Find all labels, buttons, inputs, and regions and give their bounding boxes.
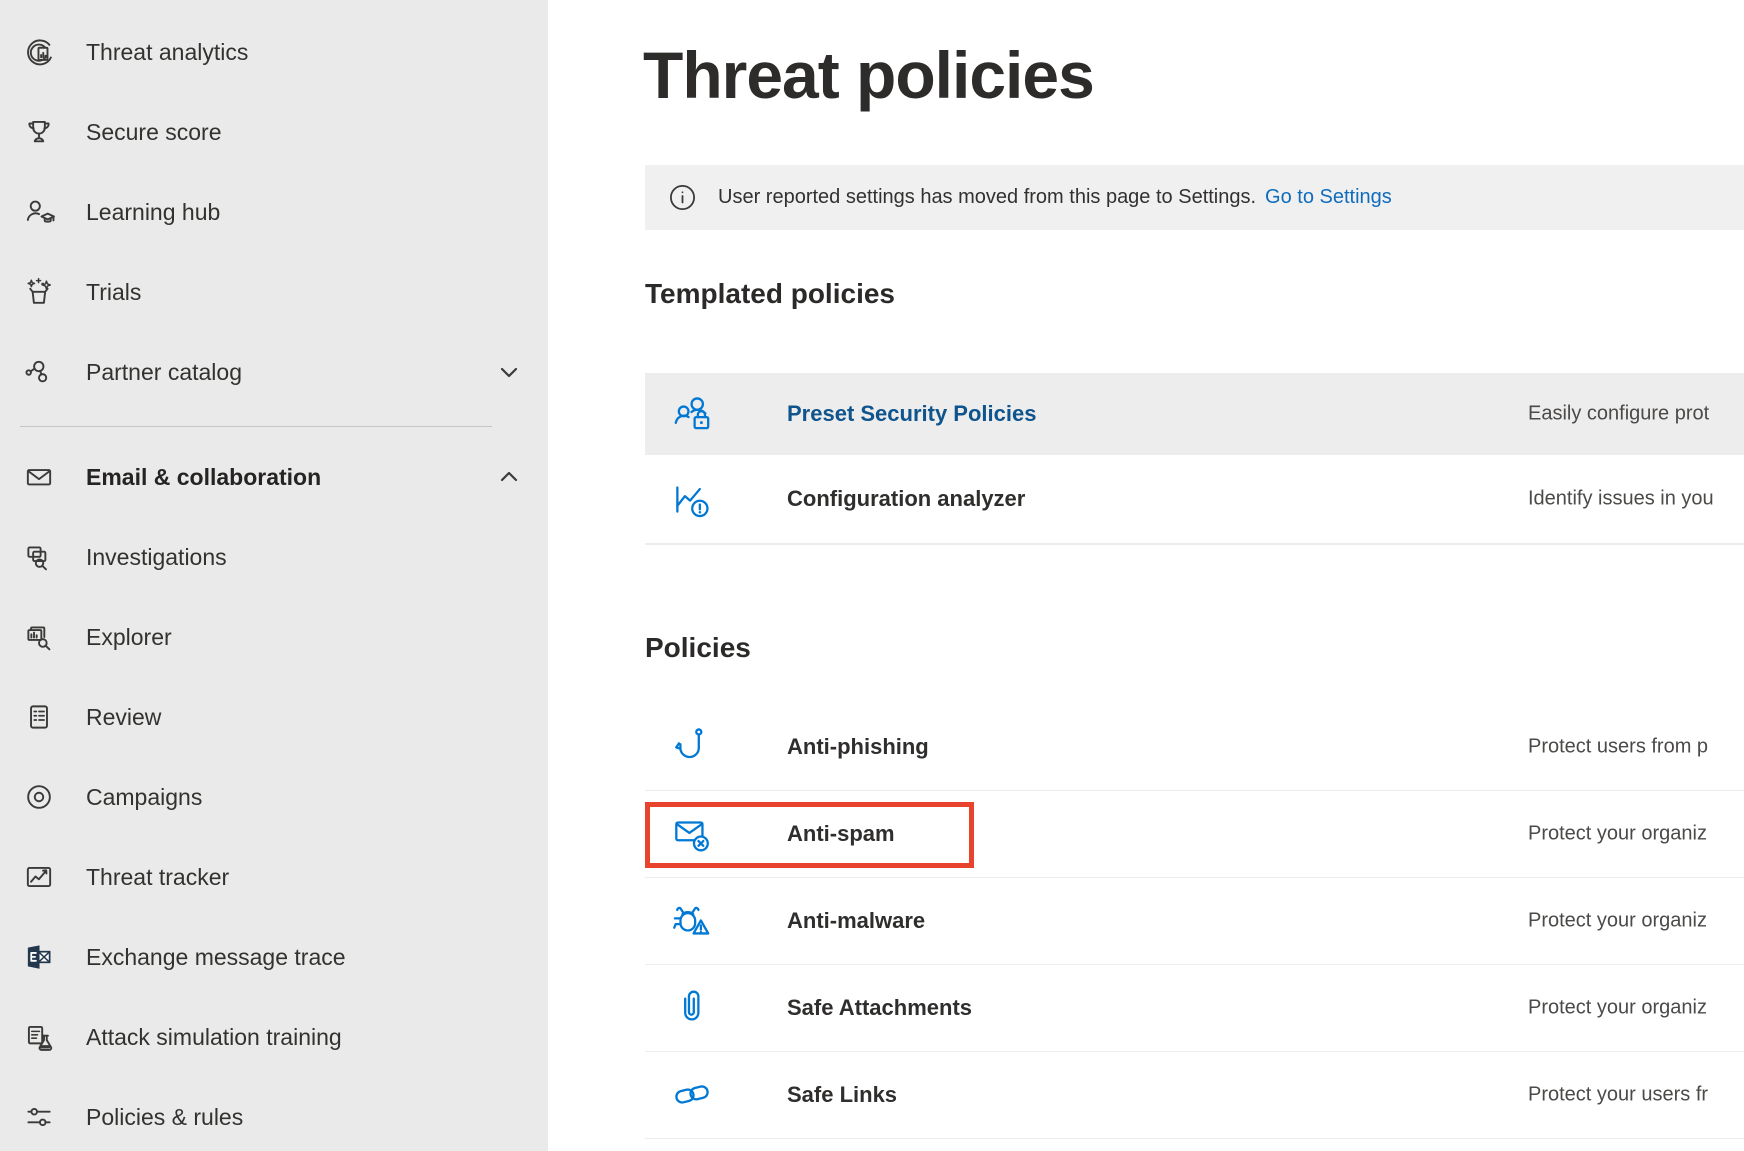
sidebar-item-label: Policies & rules bbox=[86, 1104, 243, 1131]
sidebar-item-partner-catalog[interactable]: Partner catalog bbox=[0, 332, 548, 412]
sidebar-item-exchange-message-trace[interactable]: Exchange message trace bbox=[0, 917, 548, 997]
mail-icon bbox=[22, 460, 56, 494]
templated-policies-heading: Templated policies bbox=[645, 278, 895, 310]
sidebar-item-label: Email & collaboration bbox=[86, 464, 321, 491]
sidebar-item-learning-hub[interactable]: Learning hub bbox=[0, 172, 548, 252]
sidebar-item-label: Exchange message trace bbox=[86, 944, 346, 971]
go-to-settings-link[interactable]: Go to Settings bbox=[1265, 186, 1392, 209]
sidebar-item-label: Review bbox=[86, 704, 161, 731]
sidebar-item-investigations[interactable]: Investigations bbox=[0, 517, 548, 597]
row-description: Easily configure prot bbox=[1528, 403, 1709, 426]
threat-analytics-icon bbox=[22, 35, 56, 69]
trials-icon bbox=[22, 275, 56, 309]
preset-security-icon bbox=[669, 391, 715, 437]
paperclip-icon bbox=[669, 985, 715, 1031]
attack-simulation-icon bbox=[22, 1020, 56, 1054]
configuration-analyzer-icon bbox=[669, 476, 715, 522]
sidebar-item-secure-score[interactable]: Secure score bbox=[0, 92, 548, 172]
investigations-icon bbox=[22, 540, 56, 574]
row-safe-attachments[interactable]: Safe Attachments Protect your organiz bbox=[645, 965, 1744, 1052]
sidebar-item-policies-rules[interactable]: Policies & rules bbox=[0, 1077, 548, 1151]
sidebar-item-threat-analytics[interactable]: Threat analytics bbox=[0, 12, 548, 92]
sidebar-item-label: Campaigns bbox=[86, 784, 202, 811]
row-label[interactable]: Safe Links bbox=[787, 1082, 897, 1108]
row-anti-phishing[interactable]: Anti-phishing Protect users from p bbox=[645, 704, 1744, 791]
row-description: Protect your users fr bbox=[1528, 1084, 1708, 1107]
row-configuration-analyzer[interactable]: Configuration analyzer Identify issues i… bbox=[645, 455, 1744, 545]
policies-heading: Policies bbox=[645, 632, 751, 664]
sidebar: Threat analytics Secure score bbox=[0, 0, 548, 1151]
page-title: Threat policies bbox=[643, 38, 1094, 114]
mail-block-icon bbox=[669, 811, 715, 857]
sidebar-item-label: Partner catalog bbox=[86, 359, 242, 386]
chevron-down-icon[interactable] bbox=[496, 359, 522, 385]
sidebar-divider bbox=[20, 426, 492, 427]
info-banner: User reported settings has moved from th… bbox=[645, 165, 1744, 230]
sidebar-item-trials[interactable]: Trials bbox=[0, 252, 548, 332]
sidebar-item-label: Investigations bbox=[86, 544, 227, 571]
chevron-up-icon[interactable] bbox=[496, 464, 522, 490]
row-anti-spam[interactable]: Anti-spam Protect your organiz bbox=[645, 791, 1744, 878]
sidebar-item-attack-simulation-training[interactable]: Attack simulation training bbox=[0, 997, 548, 1077]
threat-tracker-icon bbox=[22, 860, 56, 894]
review-icon bbox=[22, 700, 56, 734]
sidebar-item-label: Threat tracker bbox=[86, 864, 229, 891]
templated-policies-list: Preset Security Policies Easily configur… bbox=[645, 373, 1744, 545]
row-label[interactable]: Anti-phishing bbox=[787, 734, 929, 760]
sidebar-item-label: Trials bbox=[86, 279, 141, 306]
sidebar-item-label: Secure score bbox=[86, 119, 222, 146]
row-preset-security-policies[interactable]: Preset Security Policies Easily configur… bbox=[645, 373, 1744, 455]
row-label[interactable]: Preset Security Policies bbox=[787, 401, 1036, 427]
exchange-icon bbox=[22, 940, 56, 974]
explorer-icon bbox=[22, 620, 56, 654]
chain-links-icon bbox=[669, 1072, 715, 1118]
row-label[interactable]: Anti-spam bbox=[787, 821, 895, 847]
sidebar-item-review[interactable]: Review bbox=[0, 677, 548, 757]
sidebar-item-threat-tracker[interactable]: Threat tracker bbox=[0, 837, 548, 917]
row-safe-links[interactable]: Safe Links Protect your users fr bbox=[645, 1052, 1744, 1139]
sidebar-item-label: Explorer bbox=[86, 624, 172, 651]
policies-list: Anti-phishing Protect users from p Anti-… bbox=[645, 704, 1744, 1139]
sidebar-item-explorer[interactable]: Explorer bbox=[0, 597, 548, 677]
info-icon bbox=[669, 184, 696, 211]
sidebar-item-campaigns[interactable]: Campaigns bbox=[0, 757, 548, 837]
sidebar-item-label: Threat analytics bbox=[86, 39, 248, 66]
sidebar-item-email-collaboration[interactable]: Email & collaboration bbox=[0, 437, 548, 517]
bug-warning-icon bbox=[669, 898, 715, 944]
row-description: Identify issues in you bbox=[1528, 488, 1714, 511]
campaigns-icon bbox=[22, 780, 56, 814]
fish-hook-icon bbox=[669, 724, 715, 770]
policies-rules-icon bbox=[22, 1100, 56, 1134]
security-portal-page: Threat analytics Secure score bbox=[0, 0, 1744, 1151]
row-description: Protect your organiz bbox=[1528, 823, 1707, 846]
learning-hub-icon bbox=[22, 195, 56, 229]
sidebar-item-label: Learning hub bbox=[86, 199, 220, 226]
row-label[interactable]: Configuration analyzer bbox=[787, 486, 1025, 512]
trophy-icon bbox=[22, 115, 56, 149]
row-label[interactable]: Anti-malware bbox=[787, 908, 925, 934]
partner-catalog-icon bbox=[22, 355, 56, 389]
row-label[interactable]: Safe Attachments bbox=[787, 995, 972, 1021]
row-description: Protect your organiz bbox=[1528, 997, 1707, 1020]
banner-message: User reported settings has moved from th… bbox=[718, 186, 1256, 209]
row-anti-malware[interactable]: Anti-malware Protect your organiz bbox=[645, 878, 1744, 965]
row-description: Protect users from p bbox=[1528, 736, 1708, 759]
row-description: Protect your organiz bbox=[1528, 910, 1707, 933]
sidebar-item-label: Attack simulation training bbox=[86, 1024, 342, 1051]
